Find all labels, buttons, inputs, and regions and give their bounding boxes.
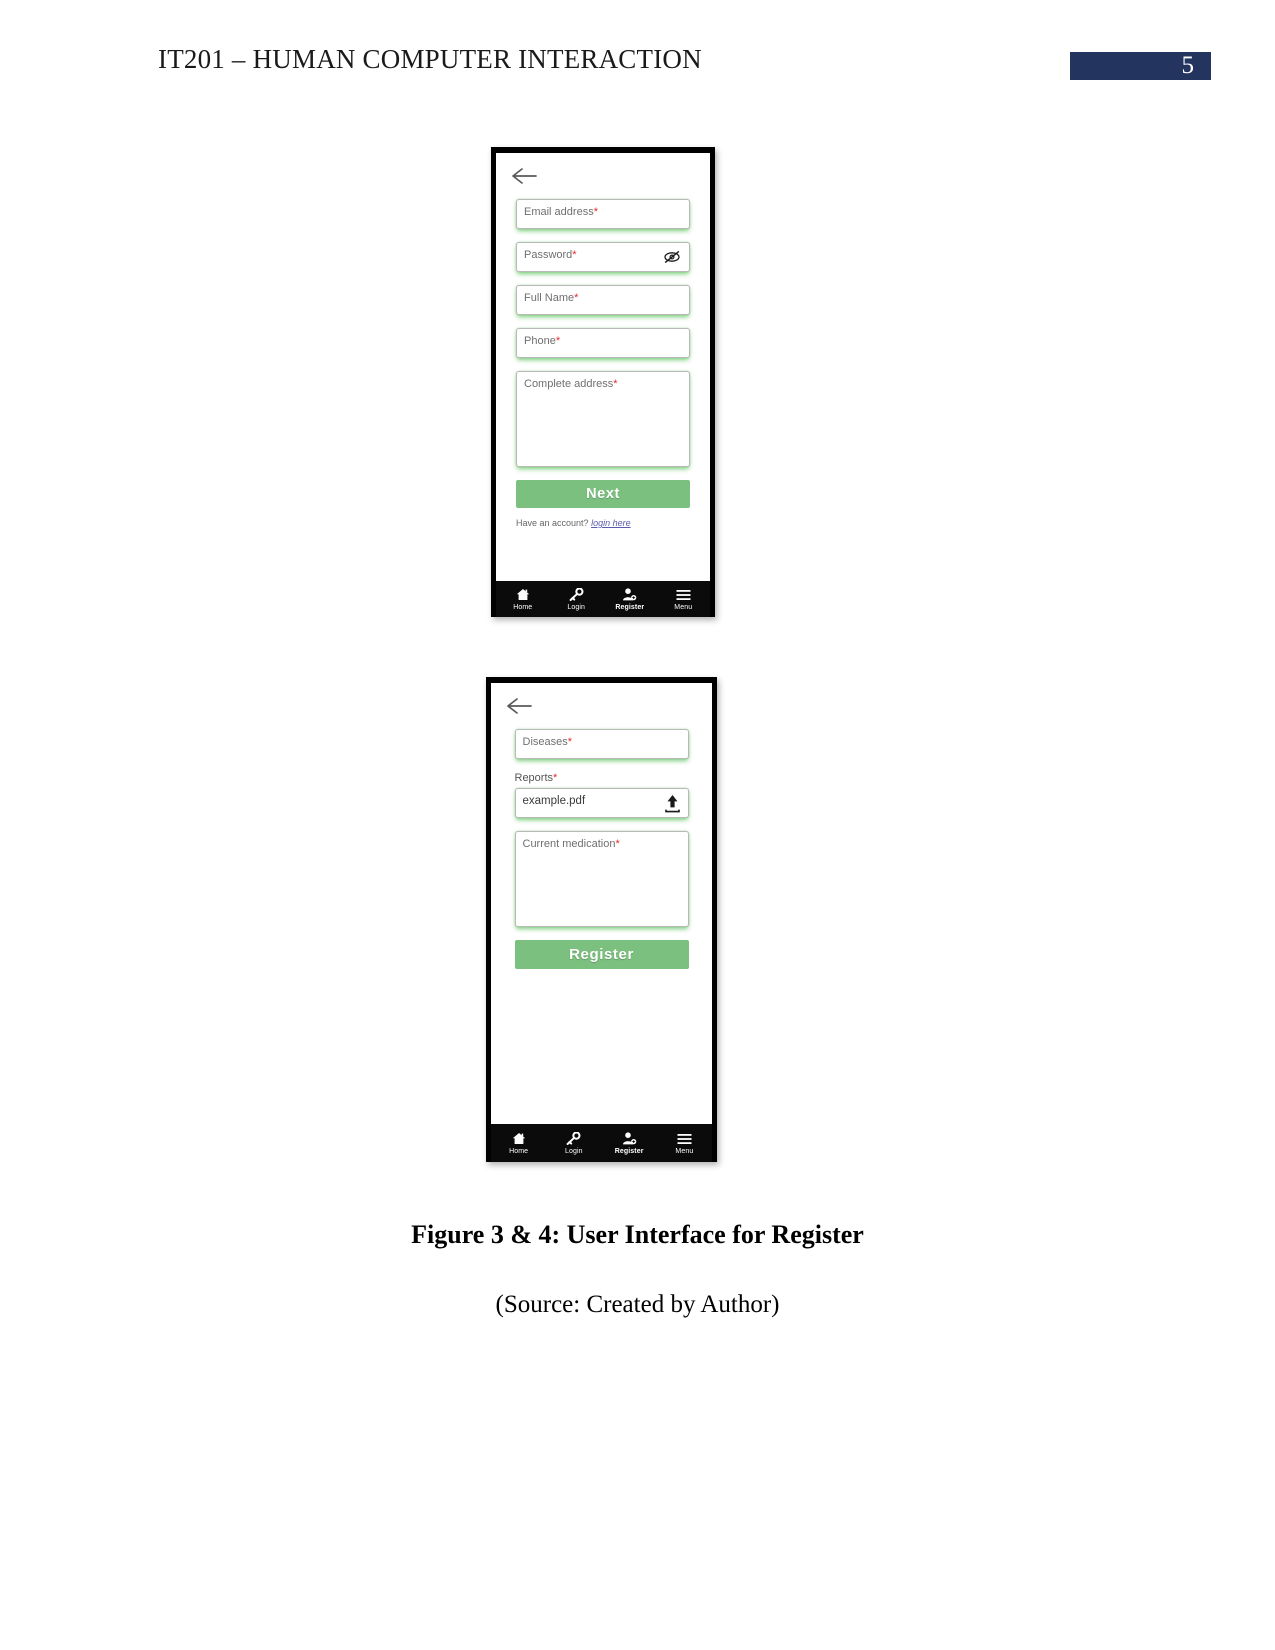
nav-item-register[interactable]: Register	[603, 587, 657, 611]
address-textarea[interactable]: Complete address*	[516, 371, 690, 467]
required-marker: *	[567, 736, 573, 748]
required-marker: *	[593, 206, 598, 218]
upload-icon[interactable]	[663, 793, 682, 814]
register-button[interactable]: Register	[514, 940, 689, 969]
nav-label-home: Home	[513, 604, 533, 611]
home-icon	[512, 1131, 526, 1146]
phone-field-label: Phone*	[524, 335, 561, 347]
nav-label-register: Register	[615, 604, 645, 611]
bottom-navigation-bar: Home Login Register Menu	[491, 1124, 712, 1162]
phone-mockup-register-step-1: Email address* Password* Full Name* Phon…	[491, 147, 715, 617]
nav-item-home[interactable]: Home	[496, 587, 550, 611]
nav-item-login[interactable]: Login	[550, 587, 604, 611]
nav-label-menu: Menu	[675, 1148, 694, 1155]
diseases-field-label: Diseases*	[522, 736, 573, 748]
reports-upload-field[interactable]: example.pdf	[514, 788, 689, 818]
screen-register-step-1: Email address* Password* Full Name* Phon…	[496, 153, 710, 617]
account-prompt-text: Have an account?	[516, 518, 589, 528]
reports-filename: example.pdf	[522, 795, 586, 807]
hamburger-menu-icon	[676, 587, 691, 602]
person-add-icon	[622, 1131, 637, 1146]
phone-mockup-register-step-2: Diseases* Reports* example.pdf Current m…	[486, 677, 717, 1162]
page-number: 5	[1181, 52, 1195, 79]
required-marker: *	[613, 378, 618, 390]
required-marker: *	[615, 838, 620, 850]
nav-item-menu[interactable]: Menu	[657, 587, 711, 611]
back-arrow-icon[interactable]	[505, 695, 533, 717]
back-arrow-icon[interactable]	[510, 165, 538, 187]
key-icon	[569, 587, 584, 602]
hamburger-menu-icon	[677, 1131, 692, 1146]
password-field-label: Password*	[524, 249, 577, 261]
required-marker: *	[572, 249, 577, 261]
account-prompt: Have an account? login here	[516, 518, 690, 528]
register-form-step-2: Diseases* Reports* example.pdf Current m…	[491, 729, 712, 969]
required-marker: *	[555, 335, 561, 347]
page-title: IT201 – HUMAN COMPUTER INTERACTION	[158, 44, 702, 74]
address-textarea-label: Complete address*	[524, 378, 618, 390]
nav-item-home[interactable]: Home	[491, 1131, 546, 1155]
phone-field[interactable]: Phone*	[516, 328, 690, 358]
home-icon	[516, 587, 530, 602]
source-caption: (Source: Created by Author)	[495, 1291, 780, 1318]
page-number-badge: 5	[1070, 52, 1211, 80]
reports-label-text: Reports	[514, 772, 554, 784]
nav-item-login[interactable]: Login	[546, 1131, 601, 1155]
diseases-field[interactable]: Diseases*	[514, 729, 689, 759]
required-marker: *	[574, 292, 579, 304]
nav-item-menu[interactable]: Menu	[657, 1131, 712, 1155]
current-medication-textarea[interactable]: Current medication*	[514, 831, 689, 927]
person-add-icon	[622, 587, 637, 602]
login-here-link[interactable]: login here	[591, 518, 631, 528]
email-field[interactable]: Email address*	[516, 199, 690, 229]
required-marker: *	[553, 772, 558, 784]
screen-register-step-2: Diseases* Reports* example.pdf Current m…	[491, 683, 712, 1162]
next-button[interactable]: Next	[516, 480, 690, 508]
fullname-field[interactable]: Full Name*	[516, 285, 690, 315]
current-medication-label: Current medication*	[522, 838, 620, 850]
eye-slash-icon[interactable]	[663, 249, 681, 265]
nav-item-register[interactable]: Register	[602, 1131, 657, 1155]
register-form-step-1: Email address* Password* Full Name* Phon…	[496, 199, 710, 528]
nav-label-login: Login	[567, 604, 586, 611]
nav-label-menu: Menu	[674, 604, 693, 611]
nav-label-login: Login	[565, 1148, 583, 1155]
nav-label-home: Home	[509, 1148, 529, 1155]
fullname-field-label: Full Name*	[524, 292, 579, 304]
key-icon	[566, 1131, 581, 1146]
document-header: IT201 – HUMAN COMPUTER INTERACTION 5	[0, 44, 1275, 90]
bottom-navigation-bar: Home Login Register Menu	[496, 581, 710, 617]
nav-label-register: Register	[614, 1148, 644, 1155]
email-field-label: Email address*	[524, 206, 598, 218]
password-field[interactable]: Password*	[516, 242, 690, 272]
figure-caption: Figure 3 & 4: User Interface for Registe…	[411, 1220, 864, 1249]
reports-label: Reports*	[515, 772, 689, 784]
